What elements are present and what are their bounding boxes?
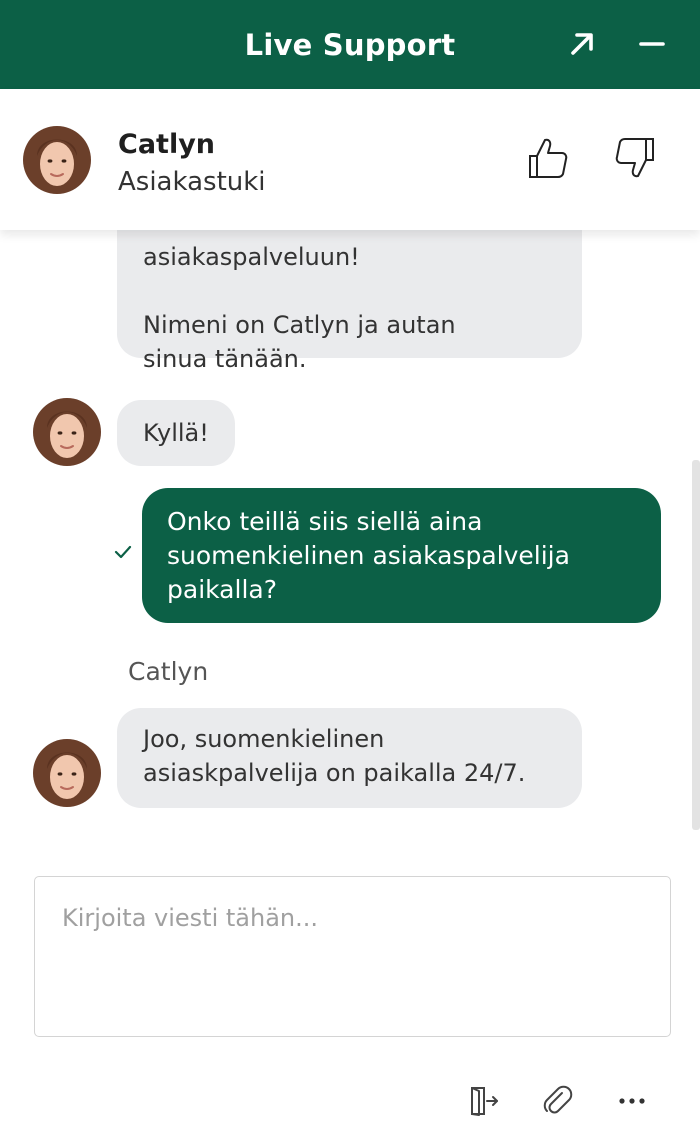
- sender-name: Catlyn: [128, 657, 209, 686]
- message-line: Joo, suomenkielinen: [143, 725, 385, 753]
- more-dots-icon[interactable]: [615, 1084, 649, 1118]
- avatar: [33, 739, 101, 807]
- message-input-placeholder: Kirjoita viesti tähän...: [62, 904, 319, 932]
- header-title: Live Support: [244, 27, 456, 62]
- agent-info-bar: Catlyn Asiakastuki: [0, 89, 700, 230]
- user-message-bubble: Onko teillä siis siellä aina suomenkieli…: [142, 488, 661, 623]
- check-icon: [114, 545, 132, 559]
- exit-door-icon[interactable]: [467, 1084, 501, 1118]
- arrow-up-right-icon: [571, 33, 593, 55]
- message-list[interactable]: asiakaspalveluun! Nimeni on Catlyn ja au…: [0, 230, 700, 860]
- message-text: Kyllä!: [143, 419, 209, 447]
- message-line: suomenkielinen asiakaspalvelija: [167, 541, 570, 570]
- agent-message-bubble: asiakaspalveluun! Nimeni on Catlyn ja au…: [117, 230, 582, 373]
- agent-message-bubble: Kyllä!: [117, 400, 235, 466]
- agent-role: Asiakastuki: [118, 167, 266, 197]
- minus-icon: [639, 42, 665, 46]
- paperclip-icon[interactable]: [540, 1084, 574, 1118]
- avatar: [33, 398, 101, 466]
- minimize-button[interactable]: [632, 24, 672, 64]
- popout-button[interactable]: [562, 24, 602, 64]
- thumbs-up-icon[interactable]: [525, 135, 569, 181]
- agent-name: Catlyn: [118, 129, 216, 160]
- message-line: asiaskpalvelija on paikalla 24/7.: [143, 759, 526, 787]
- message-line: paikalla?: [167, 575, 277, 604]
- message-line: asiakaspalveluun!: [143, 243, 360, 271]
- message-line: Onko teillä siis siellä aina: [167, 507, 483, 536]
- message-line: sinua tänään.: [143, 345, 307, 373]
- chat-header: Live Support: [0, 0, 700, 89]
- message-input[interactable]: Kirjoita viesti tähän...: [34, 876, 671, 1037]
- message-line-gap: [143, 274, 556, 308]
- agent-message-bubble: Joo, suomenkielinen asiaskpalvelija on p…: [117, 708, 582, 808]
- scrollbar[interactable]: [692, 460, 700, 830]
- thumbs-down-icon[interactable]: [614, 135, 658, 181]
- avatar: [23, 126, 91, 194]
- message-line: Nimeni on Catlyn ja autan: [143, 311, 456, 339]
